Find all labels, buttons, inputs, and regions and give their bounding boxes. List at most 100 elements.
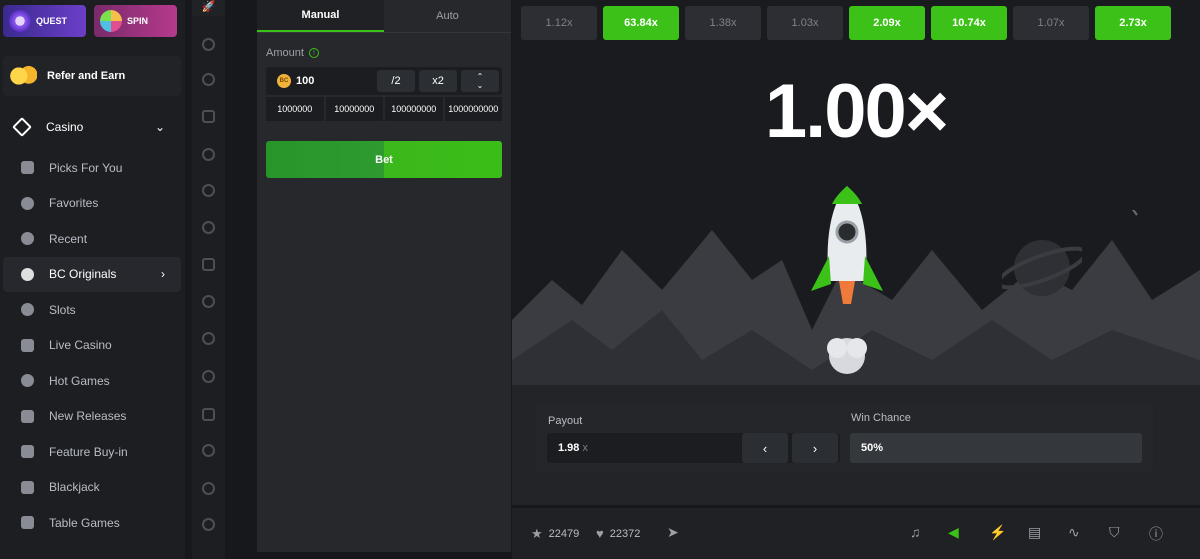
dice-icon: [21, 267, 34, 281]
history-item[interactable]: 10.74x: [931, 6, 1007, 40]
grid-icon: [21, 161, 34, 175]
history-item[interactable]: 1.03x: [767, 6, 843, 40]
tower-game-icon[interactable]: [202, 221, 215, 234]
refer-and-earn-button[interactable]: Refer and Earn: [3, 56, 181, 96]
sidebar-item-label: Blackjack: [49, 480, 100, 495]
quest-button[interactable]: QUEST: [3, 5, 86, 37]
sidebar-item-table-games[interactable]: Table Games: [3, 505, 181, 541]
payout-increase-button[interactable]: ›: [792, 433, 838, 463]
hotkeys-icon[interactable]: ⚡: [989, 524, 1006, 541]
baccarat-game-icon[interactable]: [202, 518, 215, 531]
plinko-game-icon[interactable]: [202, 73, 215, 86]
payout-label: Payout: [548, 415, 583, 427]
bet-mode-tabs: Manual Auto: [257, 0, 511, 33]
payout-value: 1.98 x: [558, 442, 588, 454]
star-icon: ★: [531, 526, 543, 541]
bowl-game-icon[interactable]: [202, 444, 215, 457]
bet-button[interactable]: Bet: [266, 141, 502, 178]
keyboard-icon[interactable]: ▤: [1028, 524, 1041, 541]
sidebar-item-bc-originals[interactable]: BC Originals ›: [3, 256, 181, 292]
amount-input[interactable]: 100: [296, 75, 314, 87]
payout-input[interactable]: 1.98 x ‹ ›: [547, 433, 840, 463]
double-button[interactable]: x2: [419, 70, 457, 92]
crash-game-area: 1.12x 63.84x 1.38x 1.03x 2.09x 10.74x 1.…: [512, 0, 1200, 505]
sidebar-item-hot-games[interactable]: Hot Games: [3, 363, 181, 399]
sidebar-item-label: Feature Buy-in: [49, 444, 128, 459]
tab-auto[interactable]: Auto: [384, 0, 511, 32]
sound-icon[interactable]: ◀: [948, 524, 959, 541]
star-icon: [21, 196, 34, 210]
chart-icon[interactable]: ∿: [1068, 524, 1080, 541]
payout-number: 1.98: [558, 442, 580, 454]
sidebar-item-live-casino[interactable]: Live Casino: [3, 328, 181, 364]
sidebar-item-recent[interactable]: Recent: [3, 221, 181, 257]
mines-game-icon[interactable]: [202, 110, 215, 123]
slots-game-icon[interactable]: [202, 408, 215, 421]
slot-icon: [21, 303, 34, 317]
game-icon-strip: 🚀: [192, 0, 225, 559]
sidebar-item-feature-buy-in[interactable]: Feature Buy-in: [3, 434, 181, 470]
heart-icon: ♥: [596, 526, 604, 541]
history-item[interactable]: 2.73x: [1095, 6, 1171, 40]
hilo-game-icon[interactable]: [202, 295, 215, 308]
history-bar: 1.12x 63.84x 1.38x 1.03x 2.09x 10.74x 1.…: [521, 6, 1171, 40]
hearts-count: 22372: [609, 527, 641, 540]
history-item[interactable]: 2.09x: [849, 6, 925, 40]
sidebar-item-slots[interactable]: Slots: [3, 292, 181, 328]
quick-amount-button[interactable]: 1000000000: [444, 97, 502, 121]
coinflip-game-icon[interactable]: [202, 332, 215, 345]
half-button[interactable]: /2: [377, 70, 415, 92]
shooting-star: [1132, 210, 1138, 216]
history-item[interactable]: 1.38x: [685, 6, 761, 40]
fire-icon: [21, 374, 34, 388]
wheel-game-icon[interactable]: [202, 184, 215, 197]
sidebar-item-new-releases[interactable]: New Releases: [3, 399, 181, 435]
game-footer: ★ 22479 ♥ 22372 ➤ ♫ ◀ ⚡ ▤ ∿ ⛉ ⓘ: [512, 508, 1200, 559]
payout-decrease-button[interactable]: ‹: [742, 433, 788, 463]
quick-amount-button[interactable]: 1000000: [266, 97, 324, 121]
history-item[interactable]: 63.84x: [603, 6, 679, 40]
amount-field[interactable]: BC 100 /2 x2 ⌃ ⌄: [266, 67, 502, 95]
history-item[interactable]: 1.12x: [521, 6, 597, 40]
share-icon[interactable]: ➤: [667, 524, 679, 541]
quick-amount-button[interactable]: 100000000: [385, 97, 443, 121]
tab-manual[interactable]: Manual: [257, 0, 384, 32]
ring-game-icon[interactable]: [202, 370, 215, 383]
rocket-icon: [811, 186, 883, 374]
sidebar-item-label: Picks For You: [49, 160, 123, 175]
fairness-icon[interactable]: ⛉: [1109, 524, 1120, 541]
payout-suffix: x: [582, 442, 588, 454]
favorites-stat[interactable]: ♥ 22372: [596, 526, 640, 541]
crash-game-icon[interactable]: 🚀: [192, 0, 225, 16]
refer-label: Refer and Earn: [47, 70, 126, 82]
history-item[interactable]: 1.07x: [1013, 6, 1089, 40]
info-icon[interactable]: !: [308, 48, 319, 58]
sidebar-item-favorites[interactable]: Favorites: [3, 186, 181, 222]
likes-stat[interactable]: ★ 22479: [531, 526, 579, 542]
sidebar-item-label: Live Casino: [49, 338, 112, 353]
sidebar-item-label: BC Originals: [49, 267, 117, 282]
quick-amounts: 1000000 10000000 100000000 1000000000: [266, 97, 502, 121]
quick-amount-button[interactable]: 10000000: [325, 97, 383, 121]
spin-label: SPIN: [127, 16, 149, 26]
bet-panel: Manual Auto Amount ! BC 100 /2 x2 ⌃ ⌄ 10…: [257, 0, 511, 552]
quest-label: QUEST: [36, 16, 68, 26]
limbo-game-icon[interactable]: [202, 148, 215, 161]
sidebar-item-label: Table Games: [49, 515, 120, 530]
keno-game-icon[interactable]: [202, 258, 215, 271]
amount-label-row: Amount !: [266, 47, 319, 59]
amount-stepper[interactable]: ⌃ ⌄: [461, 70, 499, 92]
spin-button[interactable]: SPIN: [94, 5, 177, 37]
help-icon[interactable]: ⓘ: [1149, 524, 1163, 544]
coin-icon: BC: [277, 74, 291, 88]
table-icon: [21, 516, 34, 530]
dices-game-icon[interactable]: [202, 482, 215, 495]
music-icon[interactable]: ♫: [910, 524, 921, 540]
dice-game-icon[interactable]: [202, 38, 215, 51]
casino-section-toggle[interactable]: Casino ⌄: [3, 108, 181, 146]
sidebar-item-picks-for-you[interactable]: Picks For You: [3, 150, 181, 186]
win-chance-input[interactable]: 50%: [850, 433, 1142, 463]
spin-wheel-icon: [100, 10, 122, 32]
casino-label: Casino: [46, 120, 84, 134]
sidebar-item-blackjack[interactable]: Blackjack: [3, 470, 181, 506]
